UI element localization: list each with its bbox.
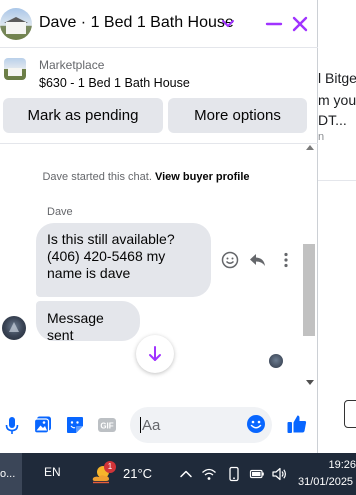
volume-icon[interactable] bbox=[271, 466, 287, 482]
arrow-down-icon bbox=[149, 346, 161, 361]
background-text-3: DT... bbox=[318, 112, 347, 128]
emoji-icon[interactable] bbox=[246, 414, 266, 434]
listing-title: $630 - 1 Bed 1 Bath House bbox=[39, 76, 190, 90]
thumbnail-house bbox=[8, 68, 22, 76]
thumbs-up-icon[interactable] bbox=[286, 413, 308, 435]
weather-badge: 1 bbox=[104, 461, 116, 473]
sender-name: Dave bbox=[47, 206, 73, 218]
listing-avatar[interactable] bbox=[0, 8, 32, 40]
mark-as-pending-button[interactable]: Mark as pending bbox=[3, 98, 163, 133]
sticker-icon[interactable] bbox=[65, 415, 85, 435]
background-text-2: m you bbox=[318, 92, 356, 108]
minimize-icon[interactable] bbox=[264, 14, 284, 34]
buyer-avatar[interactable] bbox=[2, 316, 26, 340]
background-page: l Bitge m you DT... n bbox=[318, 0, 356, 453]
chat-started-notice: Dave started this chat. View buyer profi… bbox=[0, 171, 292, 183]
language-indicator[interactable]: EN bbox=[44, 465, 61, 479]
message-input-placeholder: Aa bbox=[142, 417, 161, 434]
scrollbar-thumb[interactable] bbox=[303, 244, 315, 336]
chevron-down-icon[interactable] bbox=[221, 14, 235, 32]
more-vertical-icon[interactable] bbox=[277, 251, 295, 269]
taskbar: o... EN 1 21°C 19:26 31/01/2025 bbox=[0, 453, 356, 495]
microphone-icon[interactable] bbox=[2, 415, 22, 435]
screen: l Bitge m you DT... n Dave · 1 Bed 1 Bat… bbox=[0, 0, 356, 495]
clock-time[interactable]: 19:26 bbox=[312, 459, 356, 471]
background-divider bbox=[318, 180, 356, 181]
more-options-button[interactable]: More options bbox=[168, 98, 307, 133]
scrollbar[interactable] bbox=[302, 144, 316, 394]
scroll-down-arrow[interactable] bbox=[306, 380, 314, 385]
background-text-1: l Bitge bbox=[318, 70, 356, 86]
background-text-4: n bbox=[318, 131, 325, 143]
phone-link-icon[interactable] bbox=[226, 466, 242, 482]
message-composer: GIF Aa bbox=[0, 400, 318, 450]
listing-summary[interactable]: Marketplace $630 - 1 Bed 1 Bath House bbox=[0, 52, 318, 94]
text-caret bbox=[140, 417, 141, 433]
photo-icon[interactable] bbox=[33, 415, 53, 435]
view-buyer-profile-link[interactable]: View buyer profile bbox=[155, 171, 250, 183]
chevron-up-icon[interactable] bbox=[178, 466, 194, 482]
chat-title[interactable]: Dave · 1 Bed 1 Bath House bbox=[39, 14, 234, 32]
svg-text:GIF: GIF bbox=[100, 422, 113, 431]
chat-started-text: Dave started this chat. bbox=[42, 171, 152, 183]
header-divider bbox=[0, 143, 318, 144]
listing-source: Marketplace bbox=[39, 58, 105, 72]
clock-date[interactable]: 31/01/2025 bbox=[298, 476, 353, 488]
taskbar-app-label[interactable]: o... bbox=[0, 468, 15, 480]
wifi-icon[interactable] bbox=[201, 466, 217, 482]
scroll-up-arrow[interactable] bbox=[306, 145, 314, 150]
temperature[interactable]: 21°C bbox=[123, 466, 152, 481]
react-emoji-icon[interactable] bbox=[221, 251, 239, 269]
chat-window: Dave · 1 Bed 1 Bath House Marketplace $6… bbox=[0, 0, 318, 453]
scroll-to-bottom-button[interactable] bbox=[136, 335, 174, 373]
close-icon[interactable] bbox=[290, 13, 310, 35]
reply-icon[interactable] bbox=[249, 251, 267, 269]
share-icon[interactable] bbox=[344, 400, 356, 428]
chat-header: Dave · 1 Bed 1 Bath House bbox=[0, 0, 318, 48]
message-bubble[interactable]: Is this still available? (406) 420-5468 … bbox=[36, 223, 211, 297]
seen-indicator-avatar bbox=[269, 354, 283, 368]
gif-icon[interactable]: GIF bbox=[97, 415, 117, 435]
battery-icon[interactable] bbox=[249, 466, 265, 482]
message-bubble[interactable]: Message sent bbox=[36, 301, 140, 343]
house-body bbox=[6, 22, 26, 34]
listing-thumbnail bbox=[4, 58, 26, 80]
